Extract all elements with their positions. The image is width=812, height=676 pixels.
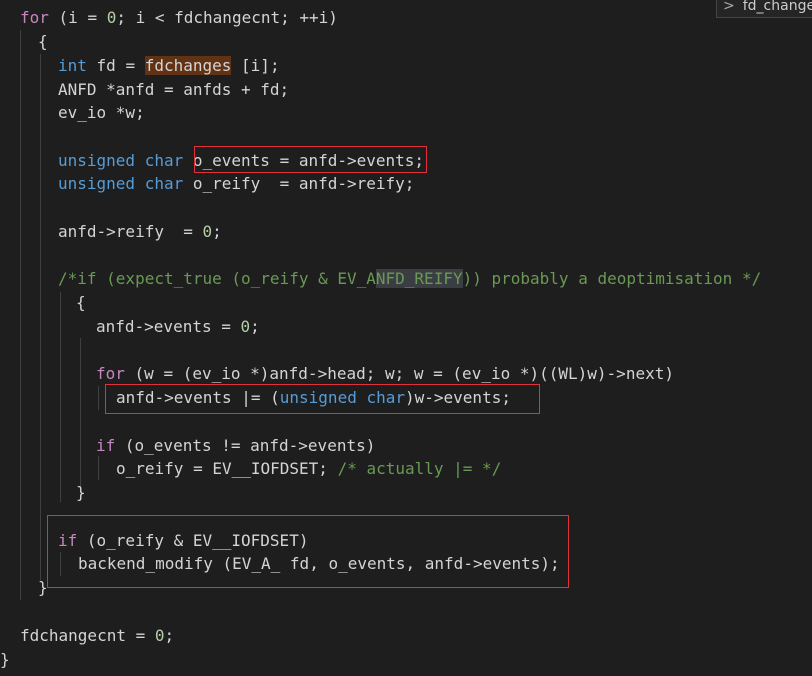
keyword-unsigned-char: unsigned char	[58, 174, 184, 193]
keyword-if: if	[96, 436, 116, 455]
brace-open: {	[76, 293, 86, 312]
code-line: ANFD *anfd = anfds + fd;	[58, 78, 289, 102]
code-text: ANFD *anfd = anfds + fd;	[58, 80, 290, 99]
code-line: if (o_events != anfd->events)	[96, 434, 375, 458]
keyword-unsigned-char: unsigned char	[58, 151, 184, 170]
code-text: o_reify = EV__IOFDSET;	[116, 459, 338, 478]
code-line: anfd->events = 0;	[96, 315, 260, 339]
keyword-int: int	[58, 56, 87, 75]
code-text: ev_io *w;	[58, 103, 145, 122]
code-text: ;	[164, 626, 175, 645]
code-line: for (i = 0; i < fdchangecnt; ++i)	[20, 6, 338, 30]
code-text: o_reify = anfd->reify;	[183, 174, 415, 193]
code-text: fd =	[86, 56, 145, 75]
chevron-right-icon: >	[723, 0, 735, 14]
number-literal: 0	[240, 317, 251, 336]
code-text: (i =	[48, 8, 107, 27]
annotation-box-events-or	[105, 384, 540, 414]
indent-guide	[98, 456, 99, 480]
indent-guide	[98, 386, 99, 410]
code-line: unsigned char o_reify = anfd->reify;	[58, 172, 414, 196]
number-literal: 0	[202, 222, 213, 241]
comment-text: /*if (expect_true (o_reify & EV_A	[58, 269, 376, 288]
brace-close: }	[76, 483, 86, 502]
code-text: ;	[250, 317, 260, 336]
code-text: (w = (ev_io *)anfd->head; w; w = (ev_io …	[124, 364, 674, 383]
number-literal: 0	[106, 8, 117, 27]
selection-highlight: NFD_REIFY	[375, 269, 463, 288]
code-line: }	[76, 481, 86, 505]
code-text: [i];	[231, 56, 280, 75]
code-line: {	[38, 30, 48, 54]
code-text: anfd->reify =	[58, 222, 203, 241]
code-line: o_reify = EV__IOFDSET; /* actually |= */	[116, 457, 501, 481]
comment-text: /* actually |= */	[337, 459, 502, 478]
indent-guide	[20, 30, 21, 600]
indent-guide	[40, 54, 41, 580]
code-line: int fd = fdchanges [i];	[58, 54, 280, 78]
brace-open: {	[38, 32, 48, 51]
code-editor[interactable]: for (i = 0; i < fdchangecnt; ++i) { int …	[0, 0, 812, 676]
annotation-box-backend-modify	[47, 515, 569, 588]
keyword-for: for	[96, 364, 125, 383]
brace-close: }	[0, 650, 10, 669]
indent-guide	[60, 292, 61, 502]
indent-guide	[80, 338, 81, 488]
code-text: anfd->events =	[96, 317, 241, 336]
code-line: fdchangecnt = 0;	[20, 624, 174, 648]
code-line: ev_io *w;	[58, 101, 145, 125]
code-text: ; i < fdchangecnt; ++i)	[116, 8, 338, 27]
code-line: for (w = (ev_io *)anfd->head; w; w = (ev…	[96, 362, 674, 386]
breadcrumb[interactable]: > fd_changes	[716, 0, 812, 18]
code-line: }	[0, 648, 10, 672]
annotation-box-o-events	[194, 146, 427, 173]
code-line: anfd->reify = 0;	[58, 220, 222, 244]
number-literal: 0	[154, 626, 165, 645]
comment-text: )) probably a deoptimisation */	[462, 269, 762, 288]
code-line-comment: /*if (expect_true (o_reify & EV_ANFD_REI…	[58, 267, 761, 291]
code-text: ;	[212, 222, 222, 241]
keyword-for: for	[20, 8, 49, 27]
code-text: fdchangecnt =	[20, 626, 155, 645]
breadcrumb-label: fd_changes	[742, 0, 812, 14]
code-text: (o_events != anfd->events)	[115, 436, 376, 455]
highlighted-identifier: fdchanges	[144, 56, 232, 75]
code-line: {	[76, 291, 86, 315]
